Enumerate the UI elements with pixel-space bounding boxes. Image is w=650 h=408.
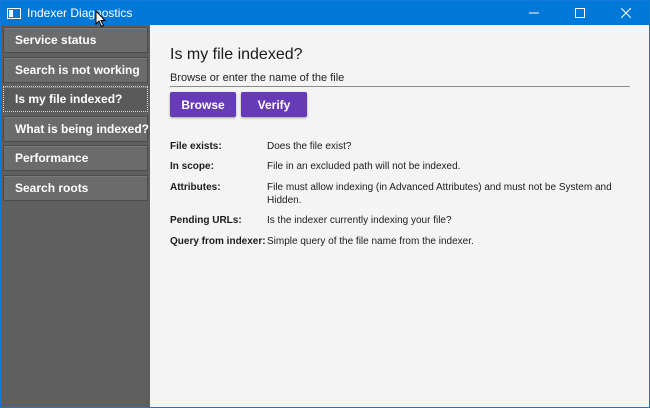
info-description: Does the file exist?	[267, 141, 352, 152]
minimize-button[interactable]	[511, 1, 557, 25]
sidebar-item-what-is-being-indexed[interactable]: What is being indexed?	[3, 116, 149, 142]
file-name-input[interactable]	[170, 69, 630, 87]
page-title: Is my file indexed?	[170, 46, 303, 63]
main-panel: Is my file indexed? Browse Verify File e…	[150, 25, 649, 407]
info-description: Simple query of the file name from the i…	[267, 236, 474, 247]
close-button[interactable]	[603, 1, 649, 25]
window-controls	[511, 1, 649, 25]
maximize-icon	[575, 8, 585, 18]
browse-button[interactable]: Browse	[170, 92, 236, 117]
sidebar: Service status Search is not working Is …	[1, 25, 150, 407]
sidebar-item-is-my-file-indexed[interactable]: Is my file indexed?	[3, 86, 148, 112]
info-description: File in an excluded path will not be ind…	[267, 161, 461, 172]
app-window: Indexer Diagnostics Service status Searc…	[0, 0, 650, 408]
sidebar-item-search-roots[interactable]: Search roots	[3, 175, 148, 201]
mouse-cursor-icon	[95, 10, 107, 28]
verify-button[interactable]: Verify	[241, 92, 307, 117]
close-icon	[621, 8, 631, 18]
app-window-icon	[7, 7, 21, 19]
sidebar-item-service-status[interactable]: Service status	[3, 27, 148, 53]
sidebar-item-performance[interactable]: Performance	[3, 145, 148, 171]
info-label: File exists:	[170, 141, 222, 152]
sidebar-item-search-not-working[interactable]: Search is not working	[3, 57, 148, 83]
info-label: Attributes:	[170, 182, 221, 193]
minimize-icon	[529, 12, 539, 14]
window-title: Indexer Diagnostics	[27, 6, 133, 20]
info-label: Query from indexer:	[170, 236, 266, 247]
info-label: Pending URLs:	[170, 215, 242, 226]
maximize-button[interactable]	[557, 1, 603, 25]
info-label: In scope:	[170, 161, 214, 172]
info-description: File must allow indexing (in Advanced At…	[267, 182, 612, 206]
info-description: Is the indexer currently indexing your f…	[267, 215, 452, 226]
